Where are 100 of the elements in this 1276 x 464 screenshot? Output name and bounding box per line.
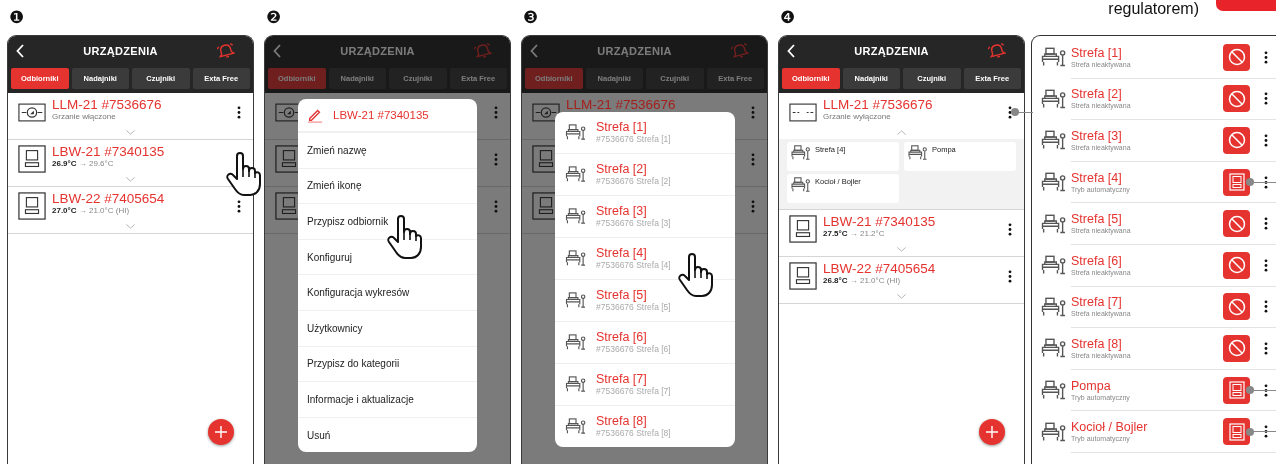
hand-pointer-icon bbox=[386, 214, 422, 261]
step-number: ❶ bbox=[8, 6, 25, 29]
bed-lamp-icon bbox=[565, 333, 587, 352]
menu-item[interactable]: Użytkownicy bbox=[298, 310, 477, 346]
zone-name[interactable]: Kocioł / Bojler bbox=[1071, 420, 1148, 435]
more-options-icon[interactable] bbox=[1264, 300, 1268, 314]
menu-item[interactable]: Usuń bbox=[298, 417, 477, 453]
menu-item[interactable]: Przypisz odbiornik bbox=[298, 204, 477, 239]
device-name: LLM-21 #7536676 bbox=[52, 97, 162, 112]
more-options-icon[interactable] bbox=[237, 199, 241, 213]
more-options-icon[interactable] bbox=[1008, 105, 1012, 119]
menu-item[interactable]: Informacje i aktualizacje bbox=[298, 382, 477, 417]
screen-title: URZĄDZENIA bbox=[339, 45, 416, 57]
bed-lamp-icon bbox=[791, 144, 811, 162]
zone-detail: #7536676 Strefa [6] bbox=[596, 344, 671, 355]
screen-title: URZĄDZENIA bbox=[82, 45, 159, 57]
temperature-reading: 26.8°C → 21.0°C (HI) bbox=[823, 276, 901, 286]
step-number: ❹ bbox=[779, 6, 796, 29]
more-options-icon[interactable] bbox=[1264, 425, 1268, 439]
device-name: LLM-21 #7536676 bbox=[823, 97, 933, 112]
zone-mode-button[interactable] bbox=[1223, 127, 1250, 154]
bed-lamp-icon bbox=[565, 207, 587, 226]
thermostat-icon bbox=[1227, 381, 1246, 400]
thermostat-icon bbox=[1227, 422, 1246, 441]
temperature-reading: 27.0°C → 21.0°C (HI) bbox=[52, 206, 130, 216]
more-options-icon[interactable] bbox=[1264, 134, 1268, 147]
back-icon[interactable] bbox=[16, 44, 24, 58]
more-options-icon[interactable] bbox=[1264, 92, 1268, 106]
add-button[interactable] bbox=[979, 419, 1005, 445]
zone-name[interactable]: Strefa [8] bbox=[1071, 336, 1122, 351]
screen-title: URZĄDZENIA bbox=[596, 45, 673, 57]
alarm-bell-icon[interactable] bbox=[217, 43, 235, 59]
bed-lamp-icon bbox=[791, 176, 811, 194]
step-number: ❷ bbox=[265, 6, 282, 29]
thermostat-icon bbox=[789, 215, 817, 243]
temperature-reading: 26.9°C → 29.6°C bbox=[52, 159, 114, 169]
zone-name[interactable]: Strefa [6] bbox=[1071, 253, 1122, 268]
zone-mode-button[interactable] bbox=[1223, 168, 1250, 196]
alarm-bell-icon[interactable] bbox=[988, 43, 1006, 59]
menu-item[interactable]: Zmień ikonę bbox=[298, 168, 477, 204]
zone-name[interactable]: Strefa [3] bbox=[1071, 129, 1122, 143]
no-entry-icon bbox=[1227, 131, 1246, 150]
more-options-icon[interactable] bbox=[1264, 175, 1268, 189]
bed-lamp-icon bbox=[1041, 420, 1067, 444]
bed-lamp-icon bbox=[565, 249, 587, 268]
device-name: LBW-21 #7340135 bbox=[823, 214, 936, 229]
thermostat-icon bbox=[789, 262, 817, 290]
menu-title: LBW-21 #7340135 bbox=[333, 109, 429, 121]
device-name: LBW-21 #7340135 bbox=[52, 144, 165, 159]
plus-icon bbox=[215, 426, 227, 438]
device-name: LBW-22 #7405654 bbox=[52, 191, 165, 206]
zone-detail: #7536676 Strefa [3] bbox=[596, 218, 671, 229]
zone-name[interactable]: Strefa [2] bbox=[596, 162, 647, 176]
zone-name[interactable]: Strefa [7] bbox=[1071, 295, 1122, 310]
zone-name[interactable]: Strefa [8] bbox=[596, 414, 647, 428]
zone-name[interactable]: Strefa [1] bbox=[1071, 45, 1122, 60]
zone-mode-button[interactable] bbox=[1223, 376, 1250, 404]
device-name: LLM-21 #7536676 bbox=[566, 97, 676, 112]
add-button[interactable] bbox=[208, 419, 234, 445]
more-options-icon[interactable] bbox=[1264, 383, 1268, 397]
zone-name[interactable]: Strefa [6] bbox=[596, 330, 647, 344]
device-status: Grzanie wyłączone bbox=[823, 112, 891, 122]
bed-lamp-icon bbox=[565, 291, 587, 310]
zone-name[interactable]: Strefa [5] bbox=[1071, 212, 1122, 227]
menu-item[interactable]: Przypisz do kategorii bbox=[298, 346, 477, 382]
zone-mode-button[interactable] bbox=[1223, 210, 1250, 238]
more-options-icon[interactable] bbox=[1264, 341, 1268, 355]
menu-item[interactable]: Zmień nazwę bbox=[298, 133, 477, 168]
menu-item[interactable]: Konfiguracja wykresów bbox=[298, 275, 477, 310]
zone-mode-button[interactable] bbox=[1223, 251, 1250, 279]
zone-name[interactable]: Pompa bbox=[1071, 378, 1111, 393]
no-entry-icon bbox=[1227, 48, 1246, 67]
zone-name[interactable]: Strefa [4] bbox=[596, 246, 647, 260]
bed-lamp-icon bbox=[565, 123, 587, 142]
more-options-icon[interactable] bbox=[237, 105, 241, 119]
zone-detail: #7536676 Strefa [2] bbox=[596, 176, 671, 187]
more-options-icon[interactable] bbox=[1264, 258, 1268, 272]
no-entry-icon bbox=[1227, 256, 1246, 275]
zone-name[interactable]: Strefa [5] bbox=[596, 288, 647, 302]
zone-mode-button[interactable] bbox=[1223, 85, 1250, 113]
bed-lamp-icon bbox=[565, 165, 587, 184]
zone-mode-button[interactable] bbox=[1223, 418, 1250, 446]
zone-name[interactable]: Strefa [1] bbox=[596, 120, 647, 134]
zone-mode-button[interactable] bbox=[1223, 334, 1250, 362]
more-options-icon[interactable] bbox=[1264, 50, 1268, 64]
back-icon[interactable] bbox=[787, 44, 795, 58]
menu-item[interactable]: Konfiguruj bbox=[298, 239, 477, 275]
more-options-icon[interactable] bbox=[1264, 217, 1268, 231]
more-options-icon[interactable] bbox=[1008, 269, 1012, 283]
zone-name[interactable]: Strefa [3] bbox=[596, 204, 647, 218]
thermostat-icon bbox=[18, 145, 46, 173]
zone-name[interactable]: Strefa [4] bbox=[1071, 170, 1122, 185]
zone-mode-button[interactable] bbox=[1223, 43, 1250, 71]
more-options-icon[interactable] bbox=[1008, 222, 1012, 236]
step-number: ❸ bbox=[522, 6, 539, 29]
zone-name[interactable]: Strefa [2] bbox=[1071, 87, 1122, 102]
no-entry-icon bbox=[1227, 297, 1246, 316]
thermostat-icon bbox=[1227, 173, 1246, 192]
zone-name[interactable]: Strefa [7] bbox=[596, 372, 647, 386]
zone-mode-button[interactable] bbox=[1223, 293, 1250, 321]
